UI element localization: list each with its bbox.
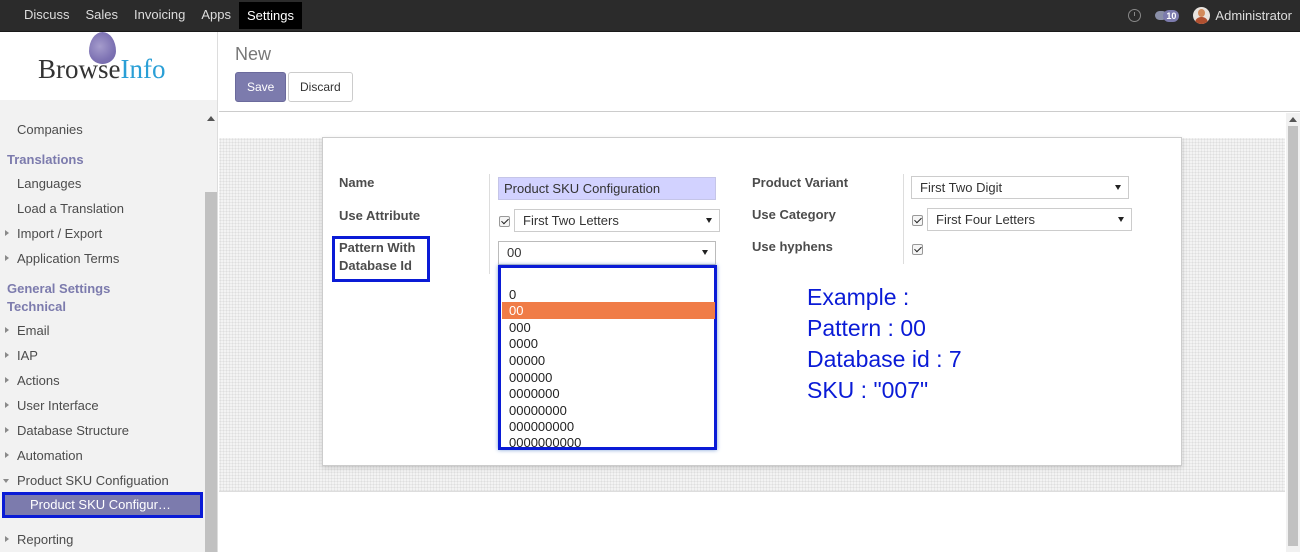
user-menu[interactable]: Administrator (1193, 7, 1292, 24)
sidebar-item-reporting[interactable]: Reporting (0, 527, 205, 552)
sidebar-item-load-translation[interactable]: Load a Translation (0, 196, 205, 221)
example-line-3: Database id : 7 (807, 346, 962, 372)
form-view: Name Product SKU Configuration Use Attri… (219, 113, 1300, 552)
sidebar-heading-translations: Translations (7, 152, 84, 167)
caret-down-icon (3, 479, 9, 483)
sidebar-item-actions[interactable]: Actions (0, 368, 205, 393)
name-field[interactable]: Product SKU Configuration (498, 177, 716, 200)
content-scrollbar[interactable] (1286, 113, 1300, 552)
avatar (1193, 7, 1211, 24)
logo-text: BrowseInfo (38, 54, 166, 84)
caret-right-icon (5, 327, 9, 333)
pattern-option[interactable]: 0000 (502, 335, 715, 352)
messages-button[interactable]: 10 (1155, 9, 1180, 22)
pattern-option[interactable]: 0000000 (502, 385, 715, 402)
pattern-select[interactable]: 00 (498, 241, 716, 265)
caret-right-icon (5, 352, 9, 358)
left-group-separator (489, 174, 490, 274)
sidebar-scrollbar-thumb[interactable] (205, 192, 217, 552)
chevron-down-icon (706, 218, 712, 223)
use-attribute-checkbox[interactable] (499, 216, 510, 227)
activity-clock-icon[interactable] (1128, 9, 1142, 22)
discard-button[interactable]: Discard (288, 72, 353, 102)
sidebar-item-product-sku-configuration-active[interactable]: Product SKU Configur… (2, 492, 203, 518)
pattern-option[interactable]: 0 (502, 286, 715, 303)
example-line-2: Pattern : 00 (807, 315, 926, 341)
use-hyphens-checkbox[interactable] (912, 244, 923, 255)
user-name: Administrator (1215, 8, 1292, 23)
sidebar-item-languages[interactable]: Languages (0, 171, 205, 196)
use-hyphens-label: Use hyphens (752, 239, 833, 254)
example-annotation: Example : Pattern : 00 Database id : 7 S… (807, 282, 962, 406)
name-label: Name (339, 175, 375, 190)
sidebar-item-companies[interactable]: Companies (0, 117, 205, 142)
chevron-down-icon (1118, 217, 1124, 222)
use-category-label: Use Category (752, 207, 836, 222)
sidebar-item-import-export[interactable]: Import / Export (0, 221, 205, 246)
sidebar-item-database-structure[interactable]: Database Structure (0, 418, 205, 443)
caret-right-icon (5, 255, 9, 261)
pattern-option[interactable]: 0000000000 (502, 434, 715, 451)
sidebar: BrowseInfo Companies Translations Langua… (0, 32, 218, 552)
example-line-4: SKU : "007" (807, 377, 929, 403)
menu-discuss[interactable]: Discuss (16, 0, 78, 30)
menu-apps[interactable]: Apps (193, 0, 239, 30)
pattern-option-empty[interactable] (502, 269, 715, 286)
form-sheet: Name Product SKU Configuration Use Attri… (322, 137, 1182, 466)
sidebar-scrollbar[interactable] (205, 112, 217, 552)
caret-right-icon (5, 402, 9, 408)
pattern-option[interactable]: 00000000 (502, 402, 715, 419)
messages-count-badge: 10 (1163, 9, 1180, 22)
pattern-option[interactable]: 000000 (502, 369, 715, 386)
menu-settings[interactable]: Settings (239, 2, 302, 29)
use-category-checkbox[interactable] (912, 215, 923, 226)
chevron-down-icon (1115, 185, 1121, 190)
use-attribute-label: Use Attribute (339, 208, 421, 223)
sidebar-heading-general-settings[interactable]: General Settings (7, 280, 110, 298)
scroll-up-arrow-icon[interactable] (207, 116, 215, 121)
sidebar-item-user-interface[interactable]: User Interface (0, 393, 205, 418)
product-variant-label: Product Variant (752, 175, 849, 190)
caret-right-icon (5, 427, 9, 433)
control-panel: New Save Discard (219, 32, 1300, 112)
main-menu: Discuss Sales Invoicing Apps Settings (16, 0, 302, 31)
sidebar-item-product-sku[interactable]: Product SKU Configuation (0, 468, 205, 493)
use-attribute-select[interactable]: First Two Letters (514, 209, 720, 232)
sidebar-item-iap[interactable]: IAP (0, 343, 205, 368)
right-group-separator (903, 174, 904, 264)
top-navbar: Discuss Sales Invoicing Apps Settings 10… (0, 0, 1300, 32)
caret-right-icon (5, 377, 9, 383)
product-variant-select[interactable]: First Two Digit (911, 176, 1129, 199)
company-logo: BrowseInfo (0, 32, 217, 100)
sidebar-heading-technical: Technical (7, 299, 67, 314)
use-category-select[interactable]: First Four Letters (927, 208, 1132, 231)
chevron-down-icon (702, 250, 708, 255)
pattern-dropdown-list: 0 00 000 0000 00000 000000 0000000 00000… (498, 265, 717, 450)
example-line-1: Example : (807, 284, 910, 310)
breadcrumb-title: New (235, 44, 272, 64)
scroll-up-arrow-icon[interactable] (1289, 117, 1297, 122)
sidebar-item-email[interactable]: Email (0, 318, 205, 343)
pattern-option[interactable]: 000000000 (502, 418, 715, 435)
save-button[interactable]: Save (235, 72, 287, 102)
caret-right-icon (5, 536, 9, 542)
systray: 10 Administrator (1128, 0, 1292, 31)
sidebar-item-application-terms[interactable]: Application Terms (0, 246, 205, 271)
pattern-option[interactable]: 000 (502, 319, 715, 336)
pattern-label-line1: Pattern With (339, 240, 416, 255)
content-scrollbar-thumb[interactable] (1288, 126, 1298, 546)
menu-sales[interactable]: Sales (78, 0, 127, 30)
caret-right-icon (5, 230, 9, 236)
caret-right-icon (5, 452, 9, 458)
pattern-label-line2: Database Id (339, 258, 412, 273)
pattern-option[interactable]: 00000 (502, 352, 715, 369)
pattern-option-selected[interactable]: 00 (502, 302, 715, 319)
sidebar-item-automation[interactable]: Automation (0, 443, 205, 468)
menu-invoicing[interactable]: Invoicing (126, 0, 193, 30)
